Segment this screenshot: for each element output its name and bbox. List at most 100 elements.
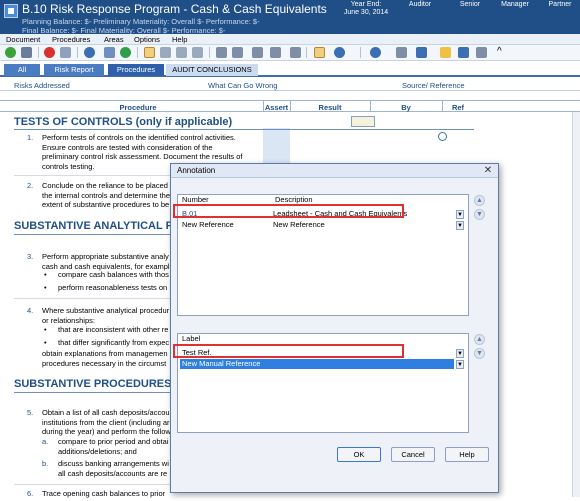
procedure-6-text: Trace opening cash balances to prior xyxy=(42,489,166,498)
ok-button[interactable]: OK xyxy=(337,447,381,462)
refresh-icon[interactable] xyxy=(334,47,345,58)
section-options-dropdown[interactable] xyxy=(351,116,375,127)
list-icon[interactable] xyxy=(270,47,281,58)
role-auditor[interactable]: Auditor xyxy=(400,1,440,8)
folder-icon[interactable] xyxy=(440,47,451,58)
procedure-line: preliminary control risk assessment. Doc… xyxy=(42,152,243,161)
main-scrollbar[interactable] xyxy=(572,112,580,497)
procedure-line: Ensure controls are tested with consider… xyxy=(42,142,213,152)
indent-icon[interactable] xyxy=(216,47,227,58)
chevron-down-icon[interactable]: ▼ xyxy=(456,210,464,219)
role-senior[interactable]: Senior xyxy=(450,1,490,8)
highlight-box xyxy=(173,344,404,358)
procedure-5b-text: discuss banking arrangements wi all cash… xyxy=(58,459,169,478)
procedure-line: institutions from the client (including … xyxy=(42,417,170,427)
rows-icon[interactable] xyxy=(192,47,203,58)
menu-areas[interactable]: Areas xyxy=(104,35,124,44)
procedure-5-text: Obtain a list of all cash deposits/accou… xyxy=(42,408,171,437)
procedure-3-text: Perform appropriate substantive analy ca… xyxy=(42,252,170,271)
menu-help[interactable]: Help xyxy=(172,35,187,44)
toolbar: ^ xyxy=(0,45,580,61)
help-button[interactable]: Help xyxy=(445,447,489,462)
bullet-icon: • xyxy=(44,283,47,292)
procedure-number: 3. xyxy=(27,252,34,261)
toolbar-separator xyxy=(77,47,78,58)
procedure-bullet: perform reasonableness tests on xyxy=(58,283,168,292)
close-icon[interactable]: ✕ xyxy=(482,165,494,176)
tab-audit-conclusions[interactable]: AUDIT CONCLUSIONS xyxy=(166,64,258,76)
add-icon[interactable] xyxy=(5,47,16,58)
bold-icon[interactable] xyxy=(252,47,263,58)
table-icon[interactable] xyxy=(160,47,171,58)
sub-item-letter: a. xyxy=(42,437,49,446)
procedure-5a-text: compare to prior period and obtai additi… xyxy=(58,437,168,456)
tab-all[interactable]: All xyxy=(4,64,40,76)
role-manager[interactable]: Manager xyxy=(495,1,535,8)
tab-procedures[interactable]: Procedures xyxy=(108,64,164,76)
move-down-icon[interactable]: ▼ xyxy=(474,209,485,220)
annotation-icon[interactable] xyxy=(144,47,155,58)
edit-icon[interactable] xyxy=(314,47,325,58)
new-reference-number-cell[interactable]: New Reference xyxy=(180,220,268,230)
move-up-icon[interactable]: ▲ xyxy=(474,195,485,206)
year-end-label: Year End: xyxy=(350,1,382,8)
hide-icon[interactable] xyxy=(104,47,115,58)
reference-clock-icon[interactable] xyxy=(438,132,447,141)
chevron-down-icon[interactable]: ▼ xyxy=(456,349,464,358)
filter-icon[interactable] xyxy=(60,47,71,58)
procedure-line: discuss banking arrangements wi xyxy=(58,459,169,468)
sign-icon[interactable] xyxy=(21,47,32,58)
save-icon[interactable] xyxy=(416,47,427,58)
source-reference-label: Source/ Reference xyxy=(402,81,465,90)
settings-icon[interactable] xyxy=(476,47,487,58)
print-icon[interactable] xyxy=(396,47,407,58)
window-title: B.10 Risk Response Program - Cash & Cash… xyxy=(22,2,327,16)
column-by[interactable]: By xyxy=(370,103,442,112)
procedure-number: 2. xyxy=(27,181,34,190)
row-divider xyxy=(14,298,174,299)
procedure-line: the internal controls and determine the xyxy=(42,190,170,200)
column-procedure[interactable]: Procedure xyxy=(14,103,262,112)
year-end-value: June 30, 2014 xyxy=(343,9,389,16)
collapse-icon[interactable]: ^ xyxy=(497,47,508,58)
procedure-number: 6. xyxy=(27,489,34,498)
navigate-icon[interactable] xyxy=(84,47,95,58)
column-ref[interactable]: Ref xyxy=(442,103,474,112)
columns-icon[interactable] xyxy=(176,47,187,58)
procedure-bullet: that are inconsistent with other re xyxy=(58,325,169,334)
section-rule xyxy=(14,129,474,130)
numbered-list-icon[interactable] xyxy=(290,47,301,58)
bullet-icon: • xyxy=(44,270,47,279)
tab-risk-report[interactable]: Risk Report xyxy=(44,64,104,76)
procedure-number: 4. xyxy=(27,306,34,315)
menu-options[interactable]: Options xyxy=(134,35,160,44)
section-rule xyxy=(14,234,174,235)
role-partner[interactable]: Partner xyxy=(540,1,580,8)
move-down-icon[interactable]: ▼ xyxy=(474,348,485,359)
procedure-4-text: Where substantive analytical procedur or… xyxy=(42,306,169,325)
dialog-title: Annotation xyxy=(177,166,216,175)
column-assert[interactable]: Assert xyxy=(263,103,290,112)
procedure-line: compare to prior period and obtai xyxy=(58,437,169,446)
alert-icon[interactable] xyxy=(44,47,55,58)
toolbar-separator xyxy=(137,47,138,58)
cancel-button[interactable]: Cancel xyxy=(391,447,435,462)
section-tests-of-controls: TESTS OF CONTROLS (only if applicable) xyxy=(14,116,233,128)
toolbar-separator xyxy=(306,47,307,58)
chevron-down-icon[interactable]: ▼ xyxy=(456,221,464,230)
new-reference-description-cell[interactable]: New Reference xyxy=(271,220,451,230)
toolbar-separator xyxy=(209,47,210,58)
new-label-cell[interactable]: New Manual Reference xyxy=(180,359,454,369)
app-icon xyxy=(4,4,18,18)
procedure-4-tail: obtain explanations from managemen proce… xyxy=(42,349,168,368)
chevron-down-icon[interactable]: ▼ xyxy=(456,360,464,369)
outdent-icon[interactable] xyxy=(232,47,243,58)
section-rule xyxy=(14,392,174,393)
export-icon[interactable] xyxy=(458,47,469,58)
column-result[interactable]: Result xyxy=(290,103,370,112)
menu-document[interactable]: Document xyxy=(6,35,40,44)
check-icon[interactable] xyxy=(120,47,131,58)
menu-procedures[interactable]: Procedures xyxy=(52,35,90,44)
move-up-icon[interactable]: ▲ xyxy=(474,334,485,345)
sync-icon[interactable] xyxy=(370,47,381,58)
